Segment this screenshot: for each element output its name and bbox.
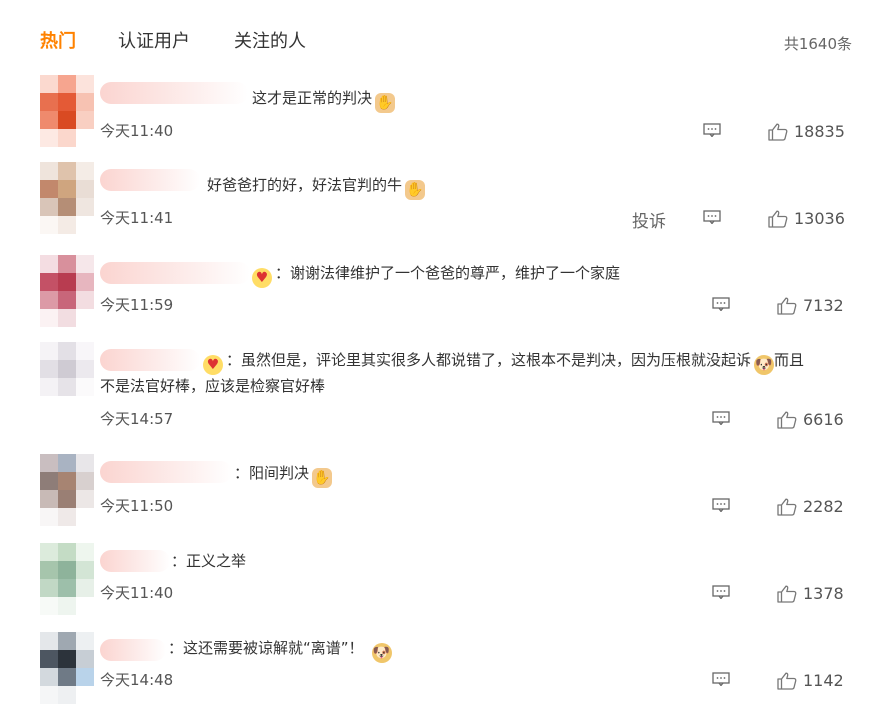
avatar[interactable] (40, 342, 94, 414)
reply-icon[interactable] (712, 297, 730, 311)
like-count: 13036 (794, 209, 845, 228)
comment-body: 正义之举 (186, 552, 247, 570)
doge-emoji-icon: 🐶 (371, 643, 392, 663)
like-count: 18835 (794, 122, 845, 141)
comment-text: ♥ ：谢谢法律维护了一个爸爸的尊严，维护了一个家庭 (252, 260, 620, 288)
avatar[interactable] (40, 162, 94, 234)
doge-emoji-icon: 🐶 (754, 355, 775, 375)
comment-body: 这才是正常的判决 (252, 89, 373, 107)
like-count: 7132 (803, 296, 844, 315)
username-blurred[interactable] (100, 82, 248, 104)
report-button[interactable]: 投诉 (632, 207, 666, 232)
comment-body: 这还需要被谅解就“离谱”！ (183, 639, 364, 657)
filter-tabs: 热门 认证用户 关注的人 共1640条 (0, 0, 878, 80)
thumbs-up-icon (777, 411, 797, 429)
reply-icon[interactable] (712, 498, 730, 512)
comment-text-continued: 不是法官好棒，应该是检察官好棒 (100, 373, 325, 399)
comment-time: 今天14:48 (100, 671, 174, 689)
tab-verified-users[interactable]: 认证用户 (118, 30, 190, 54)
comment-text: 好爸爸打的好，好法官判的牛 ✋ (207, 172, 426, 200)
reply-icon[interactable] (712, 411, 730, 425)
comment-body-line2: 不是法官好棒，应该是检察官好棒 (100, 377, 326, 395)
comment-text: ♥ ：虽然但是，评论里其实很多人都说错了，这根本不是判决，因为压根就没起诉 🐶而且 (203, 347, 863, 375)
username-blurred[interactable] (100, 349, 200, 371)
like-button[interactable]: 1378 (777, 584, 857, 604)
comment-time: 今天14:57 (100, 410, 174, 428)
thumbs-up-icon (777, 672, 797, 690)
thumbs-up-emoji-icon: ✋ (405, 180, 426, 200)
thumbs-up-emoji-icon: ✋ (312, 468, 333, 488)
thumbs-up-emoji-icon: ✋ (375, 93, 396, 113)
like-count: 2282 (803, 497, 844, 516)
like-button[interactable]: 7132 (777, 296, 857, 316)
thumbs-up-icon (777, 297, 797, 315)
comment-body: 阳间判决 (249, 464, 310, 482)
avatar[interactable] (40, 632, 94, 704)
avatar[interactable] (40, 75, 94, 147)
like-button[interactable]: 18835 (768, 122, 848, 142)
comment-body-line1: 虽然但是，评论里其实很多人都说错了，这根本不是判决，因为压根就没起诉 (241, 351, 752, 369)
username-blurred[interactable] (100, 461, 232, 483)
comment-text: ：阳间判决 ✋ (234, 464, 333, 488)
username-blurred[interactable] (100, 639, 166, 661)
like-button[interactable]: 1142 (777, 671, 857, 691)
like-count: 6616 (803, 410, 844, 429)
like-count: 1142 (803, 671, 844, 690)
reply-icon[interactable] (703, 210, 721, 224)
tab-following[interactable]: 关注的人 (234, 30, 306, 54)
thumbs-up-icon (777, 585, 797, 603)
comment-time: 今天11:40 (100, 584, 174, 602)
thumbs-up-icon (768, 123, 788, 141)
comment-text: ：正义之举 (171, 552, 247, 570)
username-blurred[interactable] (100, 169, 200, 191)
thumbs-up-icon (777, 498, 797, 516)
reply-icon[interactable] (712, 585, 730, 599)
comment-time: 今天11:40 (100, 122, 174, 140)
comment-text: 这才是正常的判决 ✋ (252, 85, 396, 113)
avatar[interactable] (40, 543, 94, 615)
thumbs-up-icon (768, 210, 788, 228)
comment-text: ：这还需要被谅解就“离谱”！ 🐶 (168, 639, 392, 663)
reply-icon[interactable] (703, 123, 721, 137)
username-blurred[interactable] (100, 550, 170, 572)
comment-time: 今天11:50 (100, 497, 174, 515)
comment-body: 好爸爸打的好，好法官判的牛 (207, 176, 403, 194)
comment-time: 今天11:41 (100, 209, 174, 227)
tab-hot[interactable]: 热门 (40, 30, 76, 54)
like-button[interactable]: 2282 (777, 497, 857, 517)
like-button[interactable]: 6616 (777, 410, 857, 430)
username-blurred[interactable] (100, 262, 250, 284)
comment-time: 今天11:59 (100, 296, 174, 314)
heart-emoji-icon: ♥ (203, 355, 223, 375)
total-comment-count: 共1640条 (783, 35, 852, 53)
avatar[interactable] (40, 255, 94, 327)
heart-emoji-icon: ♥ (252, 268, 272, 288)
reply-icon[interactable] (712, 672, 730, 686)
like-button[interactable]: 13036 (768, 209, 848, 229)
like-count: 1378 (803, 584, 844, 603)
comment-body: 谢谢法律维护了一个爸爸的尊严，维护了一个家庭 (290, 264, 621, 282)
comment-body-line1-tail: 而且 (774, 351, 805, 369)
avatar[interactable] (40, 454, 94, 526)
